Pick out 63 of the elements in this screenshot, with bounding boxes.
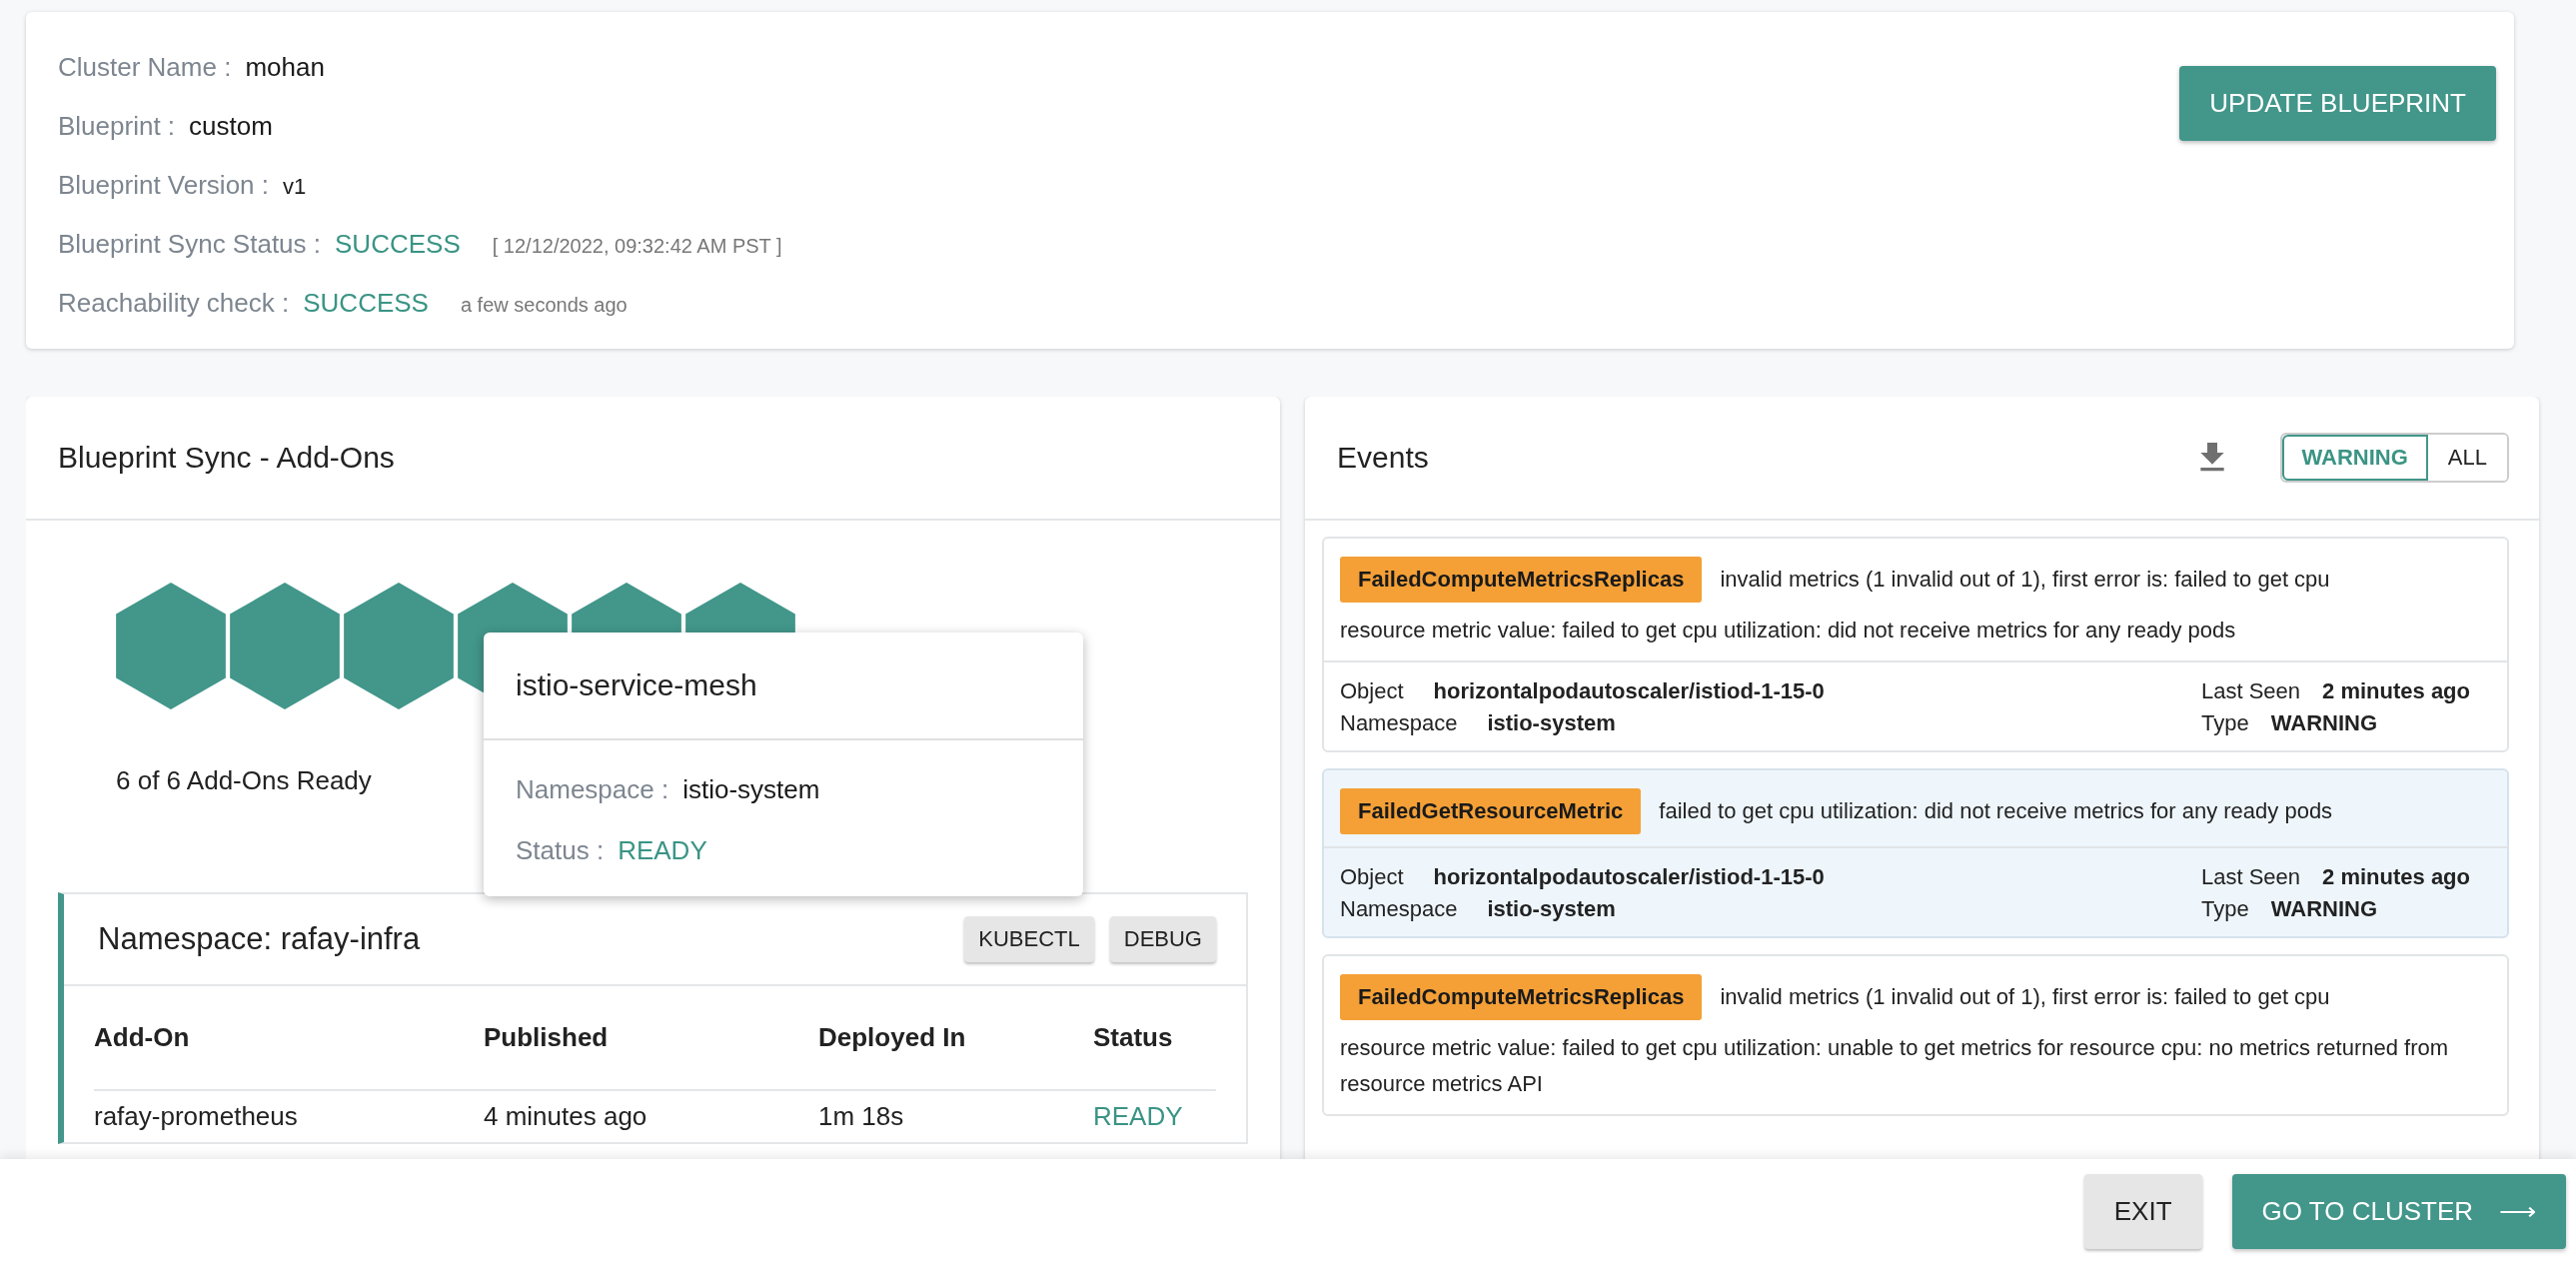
field-label: Blueprint Version :	[58, 170, 269, 201]
event-message: invalid metrics (1 invalid out of 1), first error is: failed to get cpu	[1720, 983, 2330, 1011]
column-header: Published	[484, 986, 818, 1091]
meta-label: Namespace	[1340, 896, 1458, 922]
meta-label: Object	[1340, 864, 1404, 890]
field-label: Reachability check :	[58, 288, 290, 319]
field-value: custom	[189, 111, 273, 142]
action-button[interactable]: DEBUG	[1109, 916, 1216, 962]
meta-label: Type	[2201, 896, 2249, 922]
meta-value: WARNING	[2270, 710, 2378, 736]
field-label: Blueprint :	[58, 111, 176, 142]
update-blueprint-button[interactable]: UPDATE BLUEPRINT	[2179, 66, 2496, 141]
table-cell-text: 1m 18s	[818, 1100, 905, 1133]
ready-count: 6 of 6 Add-Ons Ready	[116, 765, 372, 796]
field-value: SUCCESS	[303, 288, 429, 319]
action-button[interactable]: KUBECTL	[964, 916, 1094, 962]
field-label: Blueprint Sync Status :	[58, 229, 322, 260]
panel-title: Blueprint Sync - Add-Ons	[58, 441, 395, 475]
event-message: failed to get cpu utilization: did not receive metrics for any ready pods	[1659, 797, 2333, 825]
arrow-icon: ⟶	[2499, 1195, 2536, 1226]
namespace-title: Namespace: rafay-infra	[98, 921, 421, 957]
table-cell-text: 4 minutes ago	[484, 1100, 648, 1133]
exit-button[interactable]: EXIT	[2083, 1173, 2202, 1249]
meta-value: 2 minutes ago	[2322, 864, 2470, 890]
meta-label: Type	[2201, 710, 2249, 736]
panel-title: Events	[1337, 441, 1429, 475]
meta-value: horizontalpodautoscaler/istiod-1-15-0	[1433, 864, 1825, 890]
meta-label: Last Seen	[2201, 678, 2301, 704]
filter-toggle[interactable]: WARNING	[2281, 435, 2428, 481]
meta-value: horizontalpodautoscaler/istiod-1-15-0	[1433, 678, 1825, 704]
go-to-cluster-button[interactable]: GO TO CLUSTER ⟶	[2231, 1173, 2566, 1249]
column-header: Status	[1093, 986, 1216, 1091]
meta-label: Object	[1340, 678, 1404, 704]
field-value: READY	[618, 835, 707, 866]
reason-badge: FailedComputeMetricsReplicas	[1340, 974, 1703, 1020]
reason-badge: FailedGetResourceMetric	[1340, 788, 1642, 834]
field-value: istio-system	[682, 774, 820, 805]
field-label: Namespace :	[516, 774, 669, 805]
field-value: v1	[283, 174, 307, 200]
meta-label: Namespace	[1340, 710, 1458, 736]
hexagon-icon[interactable]	[230, 583, 340, 709]
field-note: a few seconds ago	[460, 294, 628, 317]
event-message: invalid metrics (1 invalid out of 1), first error is: failed to get cpu	[1720, 566, 2330, 594]
column-header: Add-On	[94, 986, 484, 1091]
field-label: Status :	[516, 835, 605, 866]
reason-badge: FailedComputeMetricsReplicas	[1340, 557, 1703, 603]
field-value: SUCCESS	[335, 229, 461, 260]
field-label: Cluster Name :	[58, 52, 232, 83]
meta-value: 2 minutes ago	[2322, 678, 2470, 704]
tooltip-title: istio-service-mesh	[484, 632, 1083, 740]
table-cell-text: READY	[1093, 1100, 1184, 1133]
hexagon-icon[interactable]	[116, 583, 226, 709]
meta-value: istio-system	[1487, 710, 1616, 736]
table-cell-text: rafay-prometheus	[94, 1100, 299, 1133]
hexagon-icon[interactable]	[344, 583, 454, 709]
meta-value: WARNING	[2270, 896, 2378, 922]
meta-label: Last Seen	[2201, 864, 2301, 890]
event-message: resource metric value: failed to get cpu utilization: did not receive metrics for any ready pods	[1340, 617, 2237, 644]
column-header: Deployed In	[818, 986, 1093, 1091]
field-note: [ 12/12/2022, 09:32:42 AM PST ]	[492, 235, 782, 258]
event-message: resource metric value: failed to get cpu utilization: unable to get metrics for resource cpu: no metrics returned from resource metrics API	[1340, 1034, 2450, 1098]
field-value: mohan	[245, 52, 325, 83]
meta-value: istio-system	[1487, 896, 1616, 922]
